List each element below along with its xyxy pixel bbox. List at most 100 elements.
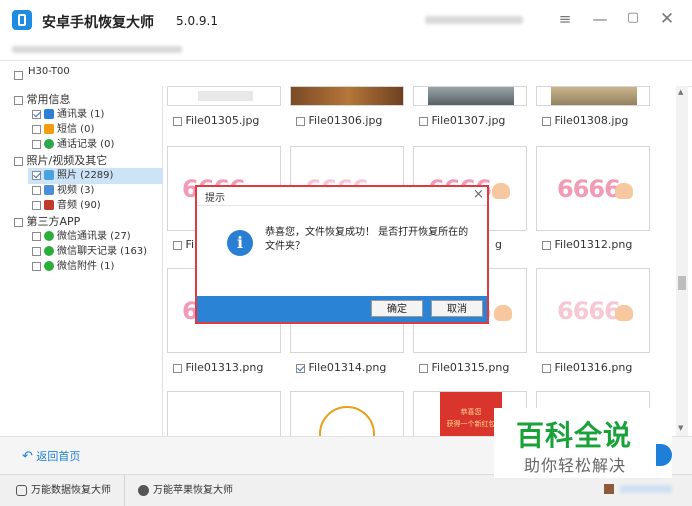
item-checkbox[interactable] — [32, 231, 41, 241]
close-icon[interactable]: ✕ — [656, 9, 678, 29]
file-item[interactable]: File01312.png — [542, 238, 632, 251]
dialog-header: 提示 × — [197, 187, 487, 206]
user-avatar — [604, 484, 614, 494]
file-item[interactable]: File01313.png — [173, 361, 263, 374]
path-blurred — [12, 46, 182, 53]
file-thumbnail[interactable] — [413, 86, 527, 106]
category-media[interactable]: 照片/视频及其它 — [14, 153, 107, 169]
file-checkbox[interactable] — [173, 363, 182, 373]
file-item[interactable]: Fi — [173, 238, 194, 251]
scroll-down-icon[interactable]: ▼ — [678, 424, 683, 432]
dialog-footer: 确定 取消 — [197, 296, 487, 322]
file-checkbox[interactable] — [419, 363, 428, 373]
category-label: 第三方APP — [26, 215, 81, 228]
menu-icon[interactable]: ≡ — [554, 10, 576, 28]
file-checkbox[interactable] — [542, 240, 551, 250]
audio-icon — [44, 200, 54, 210]
sidebar-item-label: 音频 (90) — [57, 200, 101, 211]
scrollbar-thumb[interactable] — [678, 276, 686, 290]
sidebar-item-sms[interactable]: 短信 (0) — [32, 122, 94, 138]
file-name: File01306.jpg — [308, 114, 383, 127]
item-checkbox[interactable] — [32, 170, 41, 180]
sidebar-item-contacts[interactable]: 通讯录 (1) — [32, 107, 104, 123]
dialog-message: 恭喜您，文件恢复成功！ 是否打开恢复所在的文件夹？ — [265, 227, 469, 252]
minimize-icon[interactable]: — — [589, 10, 611, 28]
sidebar-item-wechat-attachments[interactable]: 微信附件 (1) — [32, 259, 114, 275]
file-item[interactable]: File01307.jpg — [419, 114, 505, 127]
file-thumbnail[interactable]: 6666 — [536, 146, 650, 231]
file-checkbox[interactable] — [296, 116, 305, 126]
scroll-up-icon[interactable]: ▲ — [678, 88, 683, 96]
sidebar-item-label: 照片 (2289) — [57, 170, 114, 181]
sidebar-item-photos[interactable]: 照片 (2289) — [28, 168, 164, 184]
item-checkbox[interactable] — [32, 139, 41, 149]
category-checkbox[interactable] — [14, 95, 23, 105]
item-checkbox[interactable] — [32, 109, 41, 119]
item-checkbox[interactable] — [32, 200, 41, 210]
ok-button[interactable]: 确定 — [371, 300, 423, 317]
scrollbar[interactable]: ▲ ▼ — [676, 86, 688, 436]
file-thumbnail[interactable]: 6666 — [536, 268, 650, 353]
info-icon: i — [227, 230, 253, 256]
file-checkbox[interactable] — [296, 363, 305, 373]
cancel-button[interactable]: 取消 — [431, 300, 483, 317]
photo-preview — [551, 87, 637, 105]
category-checkbox[interactable] — [14, 156, 23, 166]
sidebar-item-video[interactable]: 视频 (3) — [32, 183, 94, 199]
circle-preview — [319, 406, 375, 436]
file-thumbnail[interactable] — [290, 86, 404, 106]
back-home-label: 返回首页 — [36, 450, 81, 463]
apple-icon — [138, 484, 149, 496]
file-item[interactable]: File01308.jpg — [542, 114, 628, 127]
sidebar-item-call-log[interactable]: 通话记录 (0) — [32, 137, 114, 153]
category-third-party[interactable]: 第三方APP — [14, 214, 80, 230]
file-item[interactable]: g — [495, 238, 502, 251]
sidebar-item-wechat-chats[interactable]: 微信聊天记录 (163) — [32, 244, 147, 260]
back-home-button[interactable]: ↶ 返回首页 — [22, 448, 80, 464]
footer-tab-label: 万能数据恢复大师 — [31, 485, 111, 496]
file-name: File01316.png — [554, 361, 633, 374]
footer-tab-label: 万能苹果恢复大师 — [153, 485, 233, 496]
footer-tab-data-recovery[interactable]: 万能数据恢复大师 — [16, 481, 111, 496]
file-item[interactable]: File01305.jpg — [173, 114, 259, 127]
document-preview — [198, 91, 253, 101]
file-item[interactable]: File01314.png — [296, 361, 386, 374]
category-label: 照片/视频及其它 — [26, 154, 108, 167]
sidebar-item-label: 微信通讯录 (27) — [57, 231, 131, 242]
sidebar-item-audio[interactable]: 音频 (90) — [32, 198, 101, 214]
back-arrow-icon: ↶ — [22, 449, 33, 464]
file-checkbox[interactable] — [542, 116, 551, 126]
watermark-title: 百科全说 — [516, 419, 633, 452]
file-checkbox[interactable] — [542, 363, 551, 373]
sidebar-item-wechat-contacts[interactable]: 微信通讯录 (27) — [32, 229, 131, 245]
item-checkbox[interactable] — [32, 124, 41, 134]
file-name: File01305.jpg — [185, 114, 260, 127]
app-version: 5.0.9.1 — [176, 14, 218, 28]
wechat-icon — [44, 246, 54, 256]
dialog-close-icon[interactable]: × — [473, 187, 484, 202]
item-checkbox[interactable] — [32, 185, 41, 195]
category-checkbox[interactable] — [14, 217, 23, 227]
file-name: g — [495, 238, 502, 251]
file-thumbnail[interactable] — [167, 86, 281, 106]
item-checkbox[interactable] — [32, 246, 41, 256]
file-thumbnail[interactable] — [290, 391, 404, 436]
maximize-icon[interactable]: ▢ — [622, 10, 644, 25]
confirm-dialog: 提示 × i 恭喜您，文件恢复成功！ 是否打开恢复所在的文件夹？ 确定 取消 — [195, 185, 489, 324]
file-item[interactable]: File01306.jpg — [296, 114, 382, 127]
file-item[interactable]: File01315.png — [419, 361, 509, 374]
hand-emoji-icon — [492, 183, 510, 199]
category-common[interactable]: 常用信息 — [14, 92, 71, 108]
item-checkbox[interactable] — [32, 261, 41, 271]
footer-tab-apple-recovery[interactable]: 万能苹果恢复大师 — [138, 481, 233, 496]
file-checkbox[interactable] — [173, 116, 182, 126]
file-thumbnail[interactable] — [536, 86, 650, 106]
file-checkbox[interactable] — [173, 240, 182, 250]
file-thumbnail[interactable] — [167, 391, 281, 436]
device-checkbox[interactable] — [14, 70, 23, 80]
sidebar-item-label: 通讯录 (1) — [57, 109, 105, 120]
file-checkbox[interactable] — [419, 116, 428, 126]
file-item[interactable]: File01316.png — [542, 361, 632, 374]
sidebar-item-label: 视频 (3) — [57, 185, 95, 196]
video-icon — [44, 185, 54, 195]
